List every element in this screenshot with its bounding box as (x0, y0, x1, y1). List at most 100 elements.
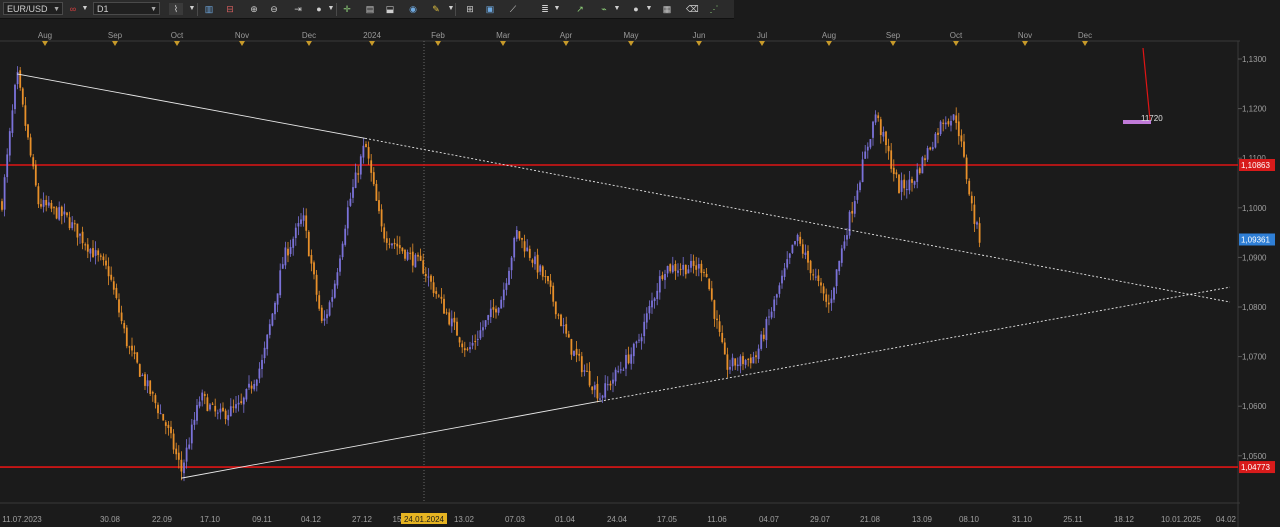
candle-body (440, 296, 443, 299)
candle-body (965, 157, 968, 180)
candle-body (908, 179, 911, 191)
candle-body (159, 413, 162, 415)
annotation-label: 11720 (1141, 114, 1163, 123)
candle-body (973, 204, 976, 224)
candle-body (349, 198, 352, 206)
candle-body (86, 244, 89, 252)
candle-body (456, 321, 458, 336)
candle-body (651, 300, 653, 308)
date-label: 30.08 (100, 515, 121, 524)
candle-body (268, 324, 271, 335)
candle-body (557, 314, 560, 316)
candle-body (367, 147, 370, 159)
candle-body (409, 252, 412, 254)
candle-body (250, 385, 253, 389)
candle-body (341, 243, 344, 258)
candle-body (112, 281, 115, 290)
candle-body (437, 295, 440, 297)
candle-body (859, 182, 861, 191)
candle-body (830, 298, 833, 304)
candle-body (679, 268, 682, 270)
candle-body (393, 243, 396, 245)
month-label: Dec (1078, 31, 1092, 40)
candle-body (8, 131, 11, 156)
candle-body (648, 306, 651, 314)
candle-body (978, 223, 981, 243)
month-label: Nov (1018, 31, 1032, 40)
candle-body (94, 250, 97, 256)
candle-body (313, 262, 315, 275)
candle-body (788, 253, 791, 258)
candle-body (731, 357, 734, 367)
candle-body (375, 183, 378, 201)
candle-body (261, 359, 263, 370)
candle-body (898, 174, 900, 194)
candle-body (99, 255, 102, 257)
candle-body (970, 195, 973, 204)
candle-body (287, 248, 289, 256)
candle-body (424, 273, 427, 277)
candle-body (263, 347, 266, 359)
date-label: 24.04 (607, 515, 628, 524)
candle-body (219, 408, 222, 413)
candle-body (300, 219, 302, 224)
date-label: 08.10 (959, 515, 980, 524)
candle-body (939, 121, 942, 135)
candle-body (6, 154, 9, 178)
candle-body (66, 212, 68, 216)
candle-body (671, 265, 674, 273)
candle-body (911, 179, 913, 183)
candle-body (749, 357, 752, 364)
candle-body (414, 254, 417, 268)
candle-body (328, 302, 331, 316)
candle-body (128, 346, 131, 348)
candle-body (677, 270, 679, 273)
candle-body (206, 397, 209, 412)
candle-body (807, 250, 809, 263)
candle-body (882, 131, 885, 137)
candle-body (201, 392, 204, 401)
candle-body (279, 270, 282, 296)
candle-body (653, 298, 656, 302)
date-label: 27.12 (352, 515, 373, 524)
candle-body (253, 383, 256, 390)
candle-body (27, 124, 29, 138)
candle-body (812, 274, 815, 276)
candle-body (396, 243, 399, 247)
candle-body (890, 150, 893, 169)
candle-body (541, 266, 544, 277)
candle-body (55, 207, 58, 219)
date-label: 10.01.2025 (1161, 515, 1202, 524)
candle-body (536, 254, 539, 273)
month-label: May (623, 31, 638, 40)
candle-body (505, 283, 508, 290)
candle-body (229, 406, 232, 417)
candle-body (146, 380, 149, 387)
candle-body (305, 215, 308, 231)
price-chart[interactable]: 1,13001,12001,11001,10001,09001,08001,07… (0, 0, 1280, 527)
date-label: 04.02 (1216, 515, 1237, 524)
candle-body (687, 269, 690, 274)
candle-body (47, 202, 50, 206)
date-label: 15 (393, 515, 402, 524)
candle-body (193, 419, 196, 425)
candle-body (627, 354, 630, 364)
month-label: Sep (108, 31, 123, 40)
candle-body (856, 190, 859, 200)
candle-body (326, 314, 328, 319)
candle-body (289, 247, 292, 255)
candle-body (635, 341, 638, 344)
candle-body (710, 288, 713, 300)
candle-body (19, 70, 22, 88)
candle-body (102, 256, 105, 261)
candle-body (942, 122, 945, 124)
candle-body (294, 227, 297, 239)
candle-body (947, 121, 950, 125)
candle-body (905, 189, 908, 191)
candle-body (872, 121, 874, 138)
candle-body (567, 334, 570, 338)
candle-body (487, 315, 490, 320)
candle-body (822, 286, 825, 294)
date-label: 04.07 (759, 515, 780, 524)
candle-body (68, 217, 71, 229)
